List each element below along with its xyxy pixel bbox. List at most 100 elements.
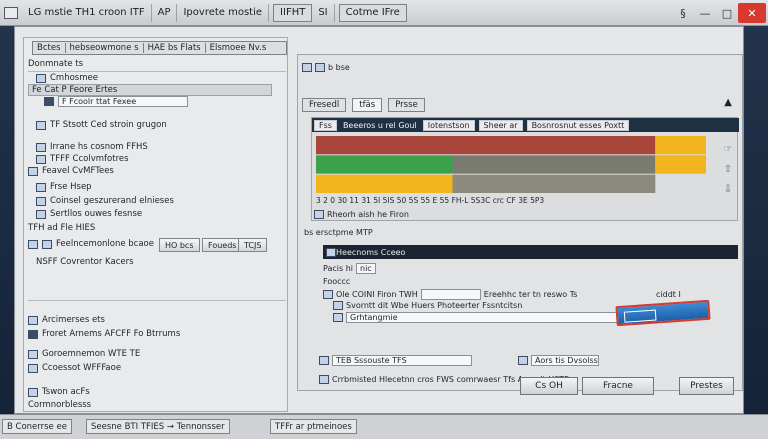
minimize-button[interactable]: — — [694, 3, 716, 23]
list-item[interactable]: Ccoessot WFFFaoe — [28, 363, 121, 373]
status-bar: B Conerrse ee Seesne BTI TFIES → Tennons… — [0, 414, 768, 439]
scroll-up-icon[interactable]: ⇧ — [721, 162, 735, 176]
list-item[interactable]: Froret Arnems AFCFF Fo Btrrums — [28, 329, 180, 339]
tree-item[interactable]: Frse Hsep — [36, 182, 92, 192]
title-tab-6[interactable]: Cotme IFre — [338, 3, 407, 22]
title-tab-1[interactable]: LG mstie TH1 croon ITF — [22, 3, 152, 22]
maximize-button[interactable]: □ — [716, 3, 738, 23]
tree-item[interactable]: Cmhosmee — [36, 73, 98, 83]
tree-item[interactable]: Sertllos ouwes fesnse — [36, 209, 142, 219]
pointer-icon[interactable]: ☞ — [721, 142, 735, 156]
status-item-1[interactable]: B Conerrse ee — [2, 419, 72, 434]
left-pane: Bctes hebseowmone s HAE bs Flats Elsmoee… — [23, 37, 288, 412]
tab-2[interactable]: tfäs — [352, 98, 383, 112]
tab-3[interactable]: Prsse — [388, 98, 425, 112]
file-icon — [36, 142, 46, 152]
tree-item-selected[interactable]: Fe Cat P Feore Ertes — [28, 84, 272, 96]
dialog-input[interactable] — [420, 289, 481, 300]
chart-header-cell[interactable]: Sheer ar — [478, 119, 523, 131]
dialog-icon — [326, 247, 336, 257]
chart-panel: Fss Beeeros u rel Goul Iotenstson Sheer … — [311, 117, 739, 221]
divider — [28, 71, 286, 72]
tree-item[interactable]: TFH ad Fle HIES — [28, 223, 95, 233]
header-tab-2[interactable]: hebseowmone s — [64, 43, 143, 53]
checkbox-icon[interactable] — [333, 301, 343, 310]
checkbox-icon[interactable] — [319, 375, 329, 384]
inline-button-2[interactable]: Foueds — [202, 238, 243, 252]
title-tab-5[interactable]: SI — [312, 3, 335, 22]
title-tab-3[interactable]: Ipovrete mostie — [177, 3, 270, 22]
checkbox-icon[interactable] — [314, 210, 324, 219]
bar-segment-1-2 — [655, 155, 706, 174]
chart-header-cell[interactable]: Iotenstson — [422, 119, 475, 131]
document-icon — [44, 97, 54, 106]
tree-item[interactable]: F Fcoolr ttat Fexee — [44, 96, 188, 107]
checkbox-icon[interactable] — [28, 239, 38, 249]
status-item-3[interactable]: TFFr ar ptmeinoes — [270, 419, 357, 434]
chart-header-cell[interactable]: Fss — [314, 119, 337, 131]
scroll-down-icon[interactable]: ⇩ — [721, 182, 735, 196]
ok-button[interactable]: Cs OH — [520, 377, 578, 395]
dialog-row: Pacis hi nic — [323, 263, 376, 274]
subheader: Donmnate ts — [28, 59, 84, 69]
bar-chart — [316, 136, 706, 193]
title-tab-4[interactable]: IIFHT — [273, 3, 313, 22]
checkbox-icon[interactable] — [319, 356, 329, 365]
apply-button[interactable]: Fracne — [582, 377, 654, 395]
right-top-row: b bse — [302, 63, 350, 72]
chart-header-cell[interactable]: Bosnrosnut esses Poxtt — [526, 119, 630, 131]
header-tab-3[interactable]: HAE bs Flats — [142, 43, 205, 53]
checkbox-icon[interactable] — [42, 239, 52, 249]
tree-item[interactable]: Irrane hs cosnom FFHS — [36, 142, 148, 152]
tree-item[interactable]: TFFF Ccolvmfotres — [36, 154, 129, 164]
tree-item[interactable]: Coinsel geszurerand elnieses — [36, 196, 174, 206]
chart-header-cell: Beeeros u rel Goul — [342, 120, 417, 130]
checkbox-icon[interactable] — [333, 313, 343, 322]
document-icon — [28, 329, 38, 339]
file-icon — [28, 166, 38, 176]
pin-icon[interactable]: § — [672, 3, 694, 23]
tree-item[interactable]: TF Stsott Ced stroin grugon — [36, 120, 167, 130]
bar-segment-2-0 — [316, 174, 453, 193]
refresh-icon[interactable] — [315, 63, 325, 72]
folder-icon — [36, 73, 46, 83]
dialog-field-row: TEB Sssouste TFS Aors tis Dvsolss — [319, 355, 599, 366]
status-item-2[interactable]: Seesne BTI TFIES → Tennonsser — [86, 419, 230, 434]
bar-segment-1-1 — [452, 155, 656, 174]
details-dialog: Heecnoms Cceeo Pacis hi nic Fooccc Ole C… — [311, 245, 738, 387]
file-icon — [28, 387, 38, 397]
inline-button-3[interactable]: TCJS — [238, 238, 268, 252]
list-item[interactable]: Tswon acFs — [28, 387, 90, 397]
divider — [28, 300, 286, 301]
window-controls: § — □ ✕ — [672, 0, 768, 26]
checkbox-icon[interactable] — [518, 356, 528, 365]
chart-header: Fss Beeeros u rel Goul Iotenstson Sheer … — [312, 118, 739, 132]
inline-button-1[interactable]: HO bcs — [159, 238, 200, 252]
checkbox-icon[interactable] — [323, 290, 333, 299]
tab-1[interactable]: Fresedl — [302, 98, 347, 112]
dialog-right-label: ciddt I — [656, 290, 681, 299]
header-tab-1[interactable]: Bctes — [33, 43, 65, 53]
chart-caption-row: Rheorh aish he Firon — [314, 210, 409, 219]
dialog-row: Grhtangmie — [333, 312, 664, 323]
file-icon — [36, 209, 46, 219]
title-tab-2[interactable]: AP — [152, 3, 178, 22]
header-tab-4[interactable]: Elsmoee Nv.s — [204, 43, 271, 53]
list-item[interactable]: Cormnorblesss — [28, 400, 91, 410]
collapse-icon[interactable]: ▲ — [724, 97, 732, 108]
list-item[interactable]: Arcimerses ets — [28, 315, 105, 325]
dialog-path-field[interactable]: TEB Sssouste TFS — [332, 355, 472, 366]
close-button[interactable]: ✕ — [738, 3, 766, 23]
preset-button[interactable]: Prestes — [679, 377, 734, 395]
dialog-row: Fooccc — [323, 277, 351, 286]
menu-icon[interactable] — [302, 63, 312, 72]
list-item[interactable]: Goroemnemon WTE TE — [28, 349, 140, 359]
left-pane-header: Bctes hebseowmone s HAE bs Flats Elsmoee… — [32, 41, 287, 55]
dialog-row: Svorntt dit Wbe Huers Photeerter Fssntci… — [333, 301, 522, 310]
tree-item[interactable]: Feavel CvMFTees — [28, 166, 114, 176]
tree-item[interactable]: NSFF Covrentor Kacers — [36, 257, 134, 267]
main-window: Bctes hebseowmone s HAE bs Flats Elsmoee… — [14, 26, 744, 414]
dialog-value-field[interactable]: nic — [356, 263, 376, 274]
highlight-badge-icon[interactable] — [615, 299, 711, 327]
file-icon — [36, 120, 46, 130]
